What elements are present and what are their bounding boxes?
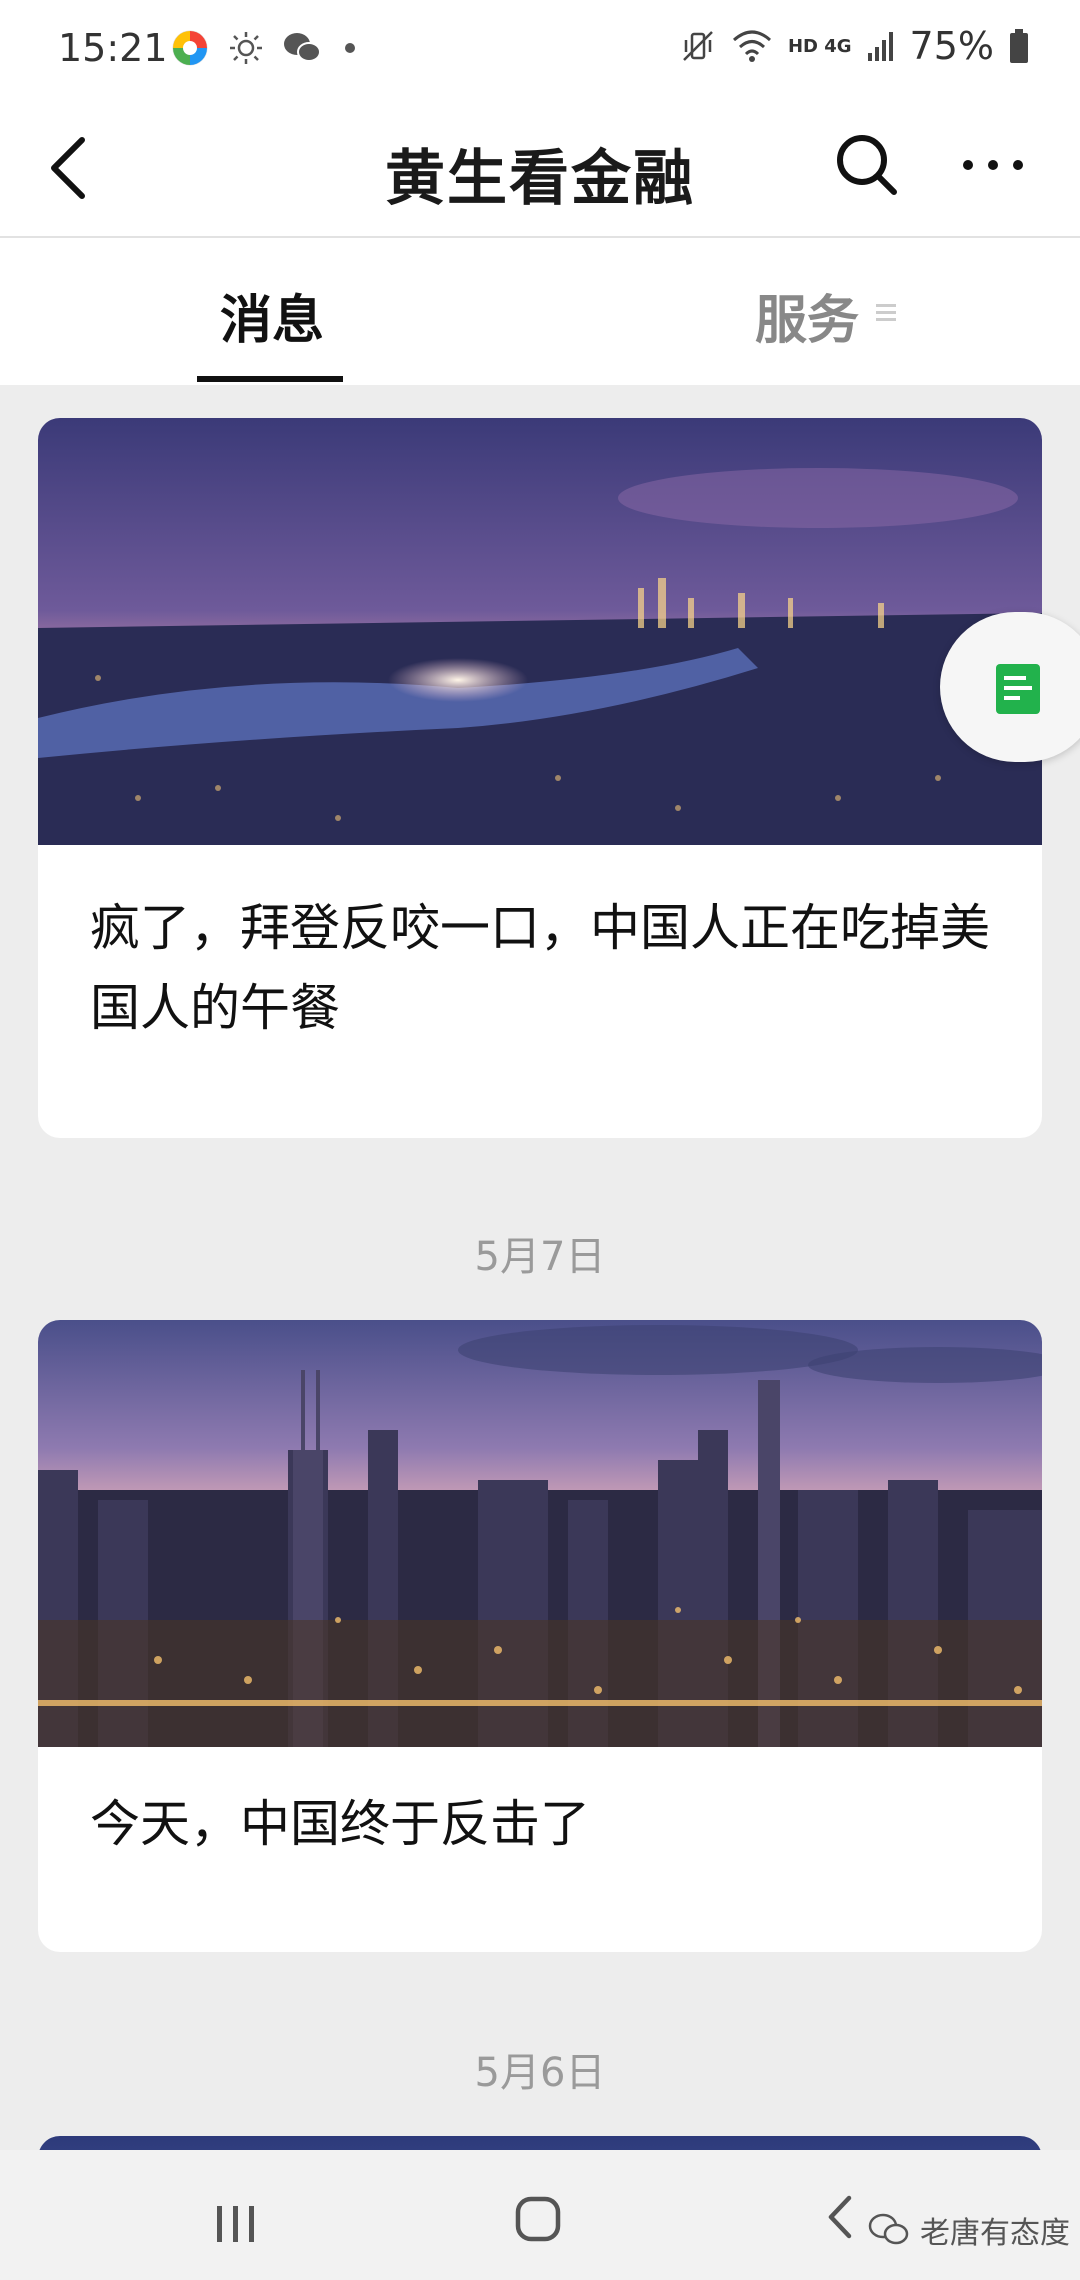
- menu-lines-icon: [876, 304, 896, 321]
- network-type: HD 4G: [787, 35, 852, 57]
- home-icon[interactable]: [515, 2196, 561, 2242]
- wechat-icon: [284, 33, 321, 62]
- status-left-icons: [170, 28, 360, 68]
- article-card[interactable]: 今天，中国终于反击了: [38, 1320, 1042, 1952]
- article-title[interactable]: 今天，中国终于反击了: [90, 1784, 1010, 1864]
- search-icon[interactable]: [832, 130, 902, 200]
- nav-back-icon[interactable]: [825, 2194, 855, 2240]
- tab-services[interactable]: 服务: [755, 278, 859, 353]
- dot-icon: [345, 43, 355, 53]
- page-title: 黄生看金融: [385, 144, 695, 214]
- brightness-icon: [230, 32, 262, 64]
- battery-icon: [1010, 29, 1028, 63]
- app-header: 黄生看金融: [0, 100, 1080, 238]
- watermark: 老唐有态度: [868, 2208, 1070, 2252]
- tab-bar: 消息 服务: [0, 238, 1080, 385]
- signal-icon: [867, 32, 893, 61]
- battery-percent: 75%: [909, 24, 994, 68]
- system-nav-bar: 老唐有态度: [0, 2150, 1080, 2280]
- more-icon[interactable]: [958, 150, 1028, 180]
- date-separator: 5月7日: [474, 1234, 606, 1280]
- recent-apps-icon[interactable]: [215, 2204, 257, 2244]
- article-title[interactable]: 疯了，拜登反咬一口，中国人正在吃掉美国人的午餐: [90, 888, 1010, 1048]
- app-logo-icon: [172, 30, 208, 66]
- status-time: 15:21: [58, 26, 168, 70]
- article-cover-image: [38, 1320, 1042, 1747]
- mute-vibrate-icon: [683, 31, 713, 61]
- tab-active-indicator: [197, 376, 343, 382]
- article-card[interactable]: 疯了，拜登反咬一口，中国人正在吃掉美国人的午餐: [38, 418, 1042, 1138]
- document-icon: [996, 664, 1040, 714]
- wechat-icon: [868, 2213, 909, 2245]
- article-cover-image: [38, 418, 1042, 845]
- tab-messages[interactable]: 消息: [220, 278, 324, 353]
- watermark-text: 老唐有态度: [920, 2216, 1070, 2251]
- status-bar: 15:21 HD 4G 75%: [0, 0, 1080, 100]
- status-right-icons: HD 4G 75%: [680, 24, 1030, 68]
- wifi-icon: [732, 30, 771, 62]
- date-separator: 5月6日: [474, 2050, 606, 2096]
- floating-side-button[interactable]: [940, 612, 1080, 762]
